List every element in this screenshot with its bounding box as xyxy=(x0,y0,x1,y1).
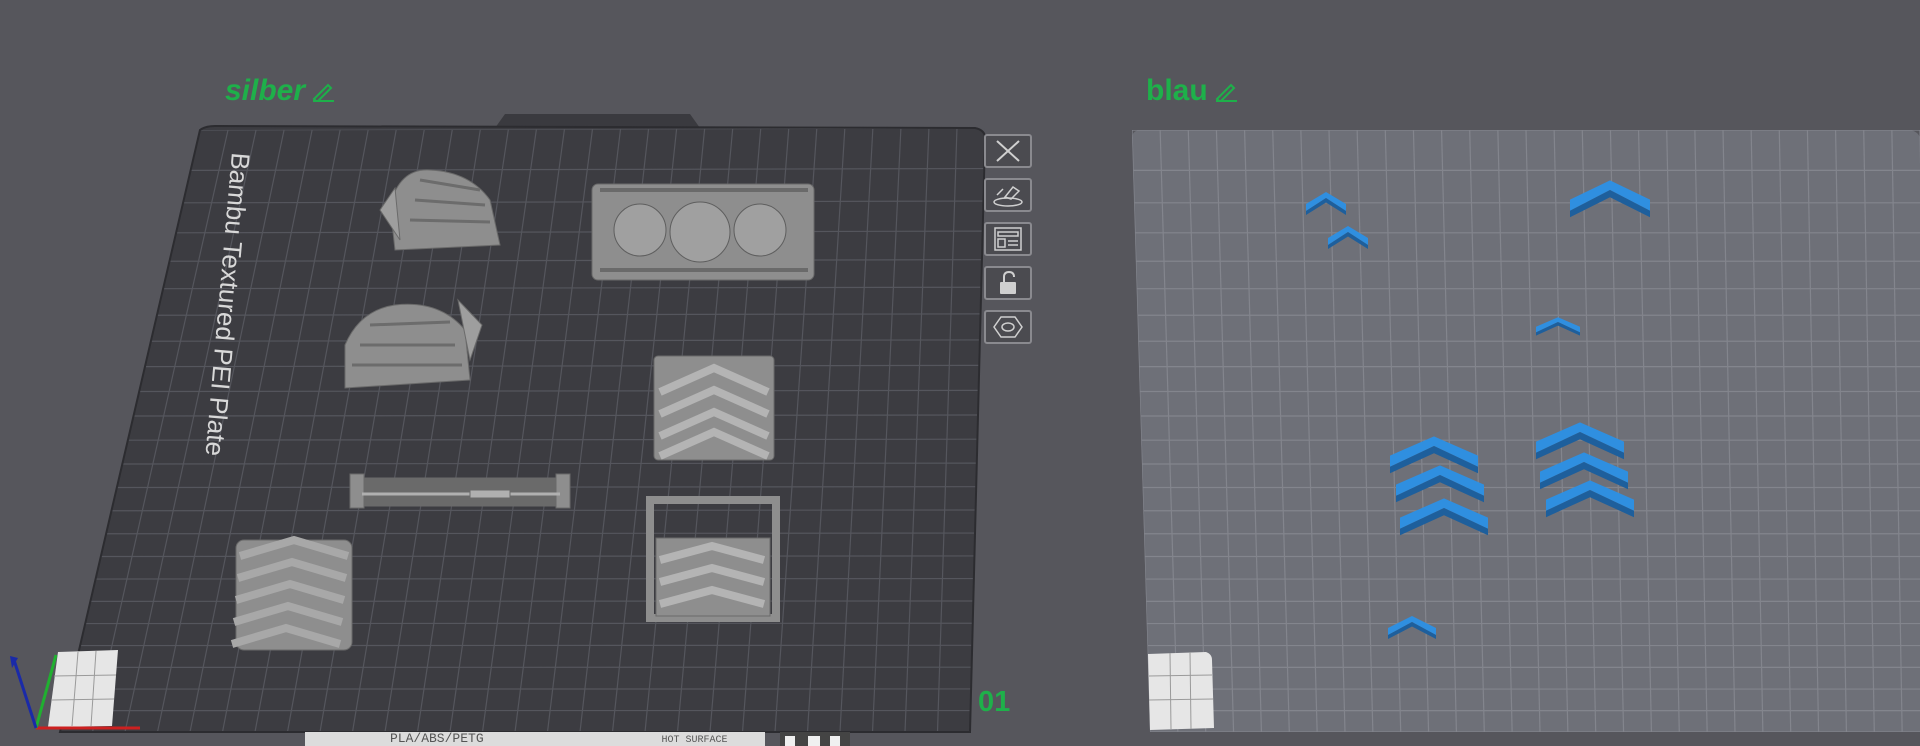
delete-plate-button[interactable] xyxy=(984,134,1032,168)
plate-settings-button[interactable] xyxy=(984,310,1032,344)
layout-icon xyxy=(994,227,1022,251)
filament-text: PLA/ABS/PETG xyxy=(390,732,484,746)
grid-line xyxy=(95,577,974,580)
grid-line xyxy=(100,555,975,558)
plate-number: 01 xyxy=(978,686,1011,718)
auto-arrange-icon xyxy=(993,185,1023,207)
build-plate-blau[interactable] xyxy=(1132,130,1920,732)
filament-note: HOT SURFACE xyxy=(661,735,728,746)
lock-plate-button[interactable] xyxy=(984,266,1032,300)
plate-origin-corner xyxy=(1148,652,1214,730)
filament-label: PLA/ABS/PETG HOT SURFACE xyxy=(330,732,760,746)
grid-line xyxy=(106,532,975,535)
close-icon xyxy=(996,140,1020,162)
unlock-icon xyxy=(1000,270,1016,294)
3d-viewport[interactable]: Bambu Textured PEI Plate xyxy=(0,0,1920,746)
grid-line xyxy=(111,509,976,512)
auto-arrange-button[interactable] xyxy=(984,178,1032,212)
plate-origin-corner xyxy=(48,650,118,727)
build-plate-silber[interactable]: Bambu Textured PEI Plate xyxy=(10,114,987,733)
layout-button[interactable] xyxy=(984,222,1032,256)
settings-icon xyxy=(993,316,1023,338)
plate-toolbar xyxy=(984,134,1036,344)
